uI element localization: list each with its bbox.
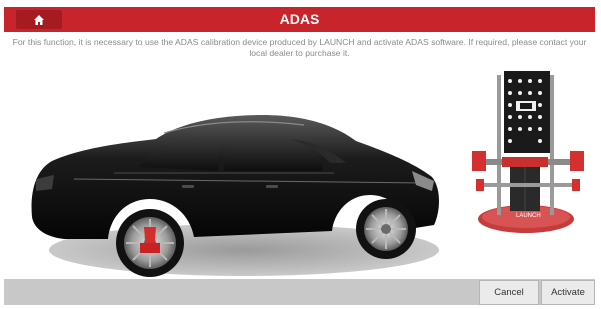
- activate-button[interactable]: Activate: [541, 280, 595, 305]
- calibration-device-illustration: LAUNCH: [472, 71, 584, 233]
- home-button[interactable]: [16, 10, 62, 29]
- adas-illustration: LAUNCH: [4, 67, 595, 279]
- car-illustration: [31, 115, 440, 277]
- notice-text: For this function, it is necessary to us…: [12, 37, 587, 58]
- title-bar: ADAS: [4, 7, 595, 32]
- action-bar: Cancel Activate: [4, 279, 595, 305]
- home-icon: [34, 14, 44, 25]
- adas-screen: ADAS For this function, it is necessary …: [4, 7, 595, 305]
- page-title: ADAS: [279, 11, 320, 27]
- cancel-button[interactable]: Cancel: [479, 280, 539, 305]
- device-brand-label: LAUNCH: [516, 213, 541, 219]
